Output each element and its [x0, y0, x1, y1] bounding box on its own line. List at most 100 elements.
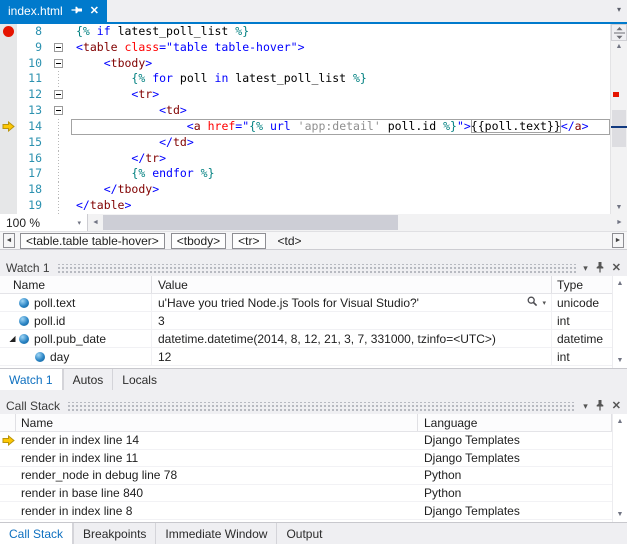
- watch-column-headers[interactable]: NameValueType: [0, 276, 612, 294]
- scroll-down-icon[interactable]: ▼: [617, 357, 624, 364]
- scrollbar-track[interactable]: [611, 53, 627, 202]
- code-text[interactable]: <tbody>: [71, 56, 610, 72]
- outlining-margin[interactable]: [47, 71, 71, 87]
- outlining-margin[interactable]: [47, 103, 71, 119]
- callstack-frame[interactable]: render in index line 11Django Templates: [0, 450, 612, 468]
- gutter-cell[interactable]: [0, 119, 17, 135]
- gutter-cell[interactable]: [0, 40, 17, 56]
- window-position-dropdown-icon[interactable]: ▾: [583, 402, 588, 411]
- outlining-margin[interactable]: [47, 40, 71, 56]
- column-header-language[interactable]: Language: [418, 414, 612, 431]
- panel-splitter[interactable]: [0, 250, 627, 260]
- gutter-cell[interactable]: [0, 71, 17, 87]
- editor-vertical-scrollbar[interactable]: ▲ ▼: [610, 24, 627, 214]
- gutter-cell[interactable]: [0, 151, 17, 167]
- breadcrumb-item[interactable]: <table.table table-hover>: [20, 233, 165, 249]
- tab-breakpoints[interactable]: Breakpoints: [73, 523, 155, 544]
- outline-collapse-box-icon[interactable]: [54, 90, 63, 99]
- code-line[interactable]: 16 </tr>: [0, 151, 610, 167]
- tab-immediate-window[interactable]: Immediate Window: [155, 523, 276, 544]
- editor-zoom-select[interactable]: 100 % ▾: [0, 214, 88, 231]
- close-tab-icon[interactable]: ✕: [90, 6, 99, 17]
- gutter-cell[interactable]: [0, 198, 17, 214]
- column-header-name[interactable]: Name: [0, 276, 152, 293]
- code-line[interactable]: 8{% if latest_poll_list %}: [0, 24, 610, 40]
- code-text[interactable]: </tbody>: [71, 182, 610, 198]
- watch-row[interactable]: poll.textu'Have you tried Node.js Tools …: [0, 294, 612, 312]
- watch-panel-titlebar[interactable]: Watch 1 ▾ ✕: [0, 260, 627, 276]
- watch-name-cell[interactable]: day: [0, 348, 152, 365]
- breakpoint-icon[interactable]: [3, 26, 14, 37]
- breadcrumb-item[interactable]: <td>: [272, 233, 308, 249]
- magnifier-icon[interactable]: [527, 296, 538, 310]
- watch-value-cell[interactable]: u'Have you tried Node.js Tools for Visua…: [152, 294, 552, 311]
- column-header-name[interactable]: Name: [16, 414, 418, 431]
- gutter-cell[interactable]: [0, 103, 17, 119]
- gutter-cell[interactable]: [0, 135, 17, 151]
- outlining-margin[interactable]: [47, 166, 71, 182]
- code-line[interactable]: 11 {% for poll in latest_poll_list %}: [0, 71, 610, 87]
- outlining-margin[interactable]: [47, 87, 71, 103]
- gutter-cell[interactable]: [0, 56, 17, 72]
- gutter-cell[interactable]: [0, 166, 17, 182]
- breadcrumb-scroll-left-icon[interactable]: ◄: [3, 233, 15, 248]
- gutter-cell[interactable]: [0, 182, 17, 198]
- code-text[interactable]: <a href="{% url 'app:detail' poll.id %}"…: [71, 119, 610, 135]
- outlining-margin[interactable]: [47, 151, 71, 167]
- auto-hide-pin-icon[interactable]: [595, 262, 605, 275]
- close-panel-icon[interactable]: ✕: [612, 263, 621, 274]
- scroll-left-icon[interactable]: ◄: [88, 214, 103, 231]
- code-text[interactable]: {% if latest_poll_list %}: [71, 24, 610, 40]
- code-text[interactable]: <td>: [71, 103, 610, 119]
- scroll-down-icon[interactable]: ▼: [611, 202, 627, 214]
- scroll-up-icon[interactable]: ▲: [617, 418, 624, 425]
- close-panel-icon[interactable]: ✕: [612, 401, 621, 412]
- breadcrumb-item[interactable]: <tr>: [232, 233, 265, 249]
- watch-row[interactable]: ◢poll.pub_datedatetime.datetime(2014, 8,…: [0, 330, 612, 348]
- scroll-down-icon[interactable]: ▼: [617, 511, 624, 518]
- code-line[interactable]: 15 </td>: [0, 135, 610, 151]
- column-header-type[interactable]: Type: [552, 276, 612, 293]
- scroll-up-icon[interactable]: ▲: [617, 280, 624, 287]
- scrollbar-thumb[interactable]: [612, 110, 626, 147]
- tab-watch-1[interactable]: Watch 1: [0, 369, 63, 390]
- code-editor[interactable]: 8{% if latest_poll_list %}9<table class=…: [0, 24, 627, 214]
- column-header-value[interactable]: Value: [152, 276, 552, 293]
- auto-hide-pin-icon[interactable]: [595, 400, 605, 413]
- window-position-dropdown-icon[interactable]: ▾: [583, 264, 588, 273]
- code-text[interactable]: <table class="table table-hover">: [71, 40, 610, 56]
- watch-scrollbar[interactable]: ▲ ▼: [612, 276, 627, 368]
- code-text[interactable]: </td>: [71, 135, 610, 151]
- tab-autos[interactable]: Autos: [63, 369, 113, 390]
- code-line[interactable]: 17 {% endfor %}: [0, 166, 610, 182]
- code-text[interactable]: </table>: [71, 198, 610, 214]
- hscrollbar-thumb[interactable]: [103, 215, 398, 230]
- callstack-frame[interactable]: render in index line 8Django Templates: [0, 502, 612, 520]
- visualizer-dropdown-icon[interactable]: ▾: [542, 299, 546, 307]
- watch-value-cell[interactable]: 12: [152, 348, 552, 365]
- outlining-margin[interactable]: [47, 135, 71, 151]
- outlining-margin[interactable]: [47, 56, 71, 72]
- breadcrumb-scroll-right-icon[interactable]: ►: [612, 233, 624, 248]
- callstack-frame[interactable]: render in base line 840Python: [0, 485, 612, 503]
- callstack-frame[interactable]: render in index line 14Django Templates: [0, 432, 612, 450]
- tree-expander-expanded-icon[interactable]: ◢: [6, 334, 19, 343]
- outlining-margin[interactable]: [47, 24, 71, 40]
- outline-collapse-box-icon[interactable]: [54, 106, 63, 115]
- outlining-margin[interactable]: [47, 182, 71, 198]
- watch-name-cell[interactable]: poll.text: [0, 294, 152, 311]
- callstack-scrollbar[interactable]: ▲ ▼: [612, 414, 627, 522]
- breadcrumb-item[interactable]: <tbody>: [171, 233, 226, 249]
- outlining-margin[interactable]: [47, 119, 71, 135]
- watch-name-cell[interactable]: ◢poll.pub_date: [0, 330, 152, 347]
- hscrollbar-track[interactable]: [103, 214, 612, 231]
- scroll-up-icon[interactable]: ▲: [611, 41, 627, 53]
- document-well-dropdown-icon[interactable]: ▾: [617, 5, 621, 14]
- code-text[interactable]: {% endfor %}: [71, 166, 610, 182]
- split-window-handle-icon[interactable]: [611, 24, 627, 41]
- tab-call-stack[interactable]: Call Stack: [0, 523, 73, 544]
- callstack-column-headers[interactable]: NameLanguage: [0, 414, 612, 432]
- gutter-cell[interactable]: [0, 87, 17, 103]
- outline-collapse-box-icon[interactable]: [54, 43, 63, 52]
- code-line[interactable]: 19</table>: [0, 198, 610, 214]
